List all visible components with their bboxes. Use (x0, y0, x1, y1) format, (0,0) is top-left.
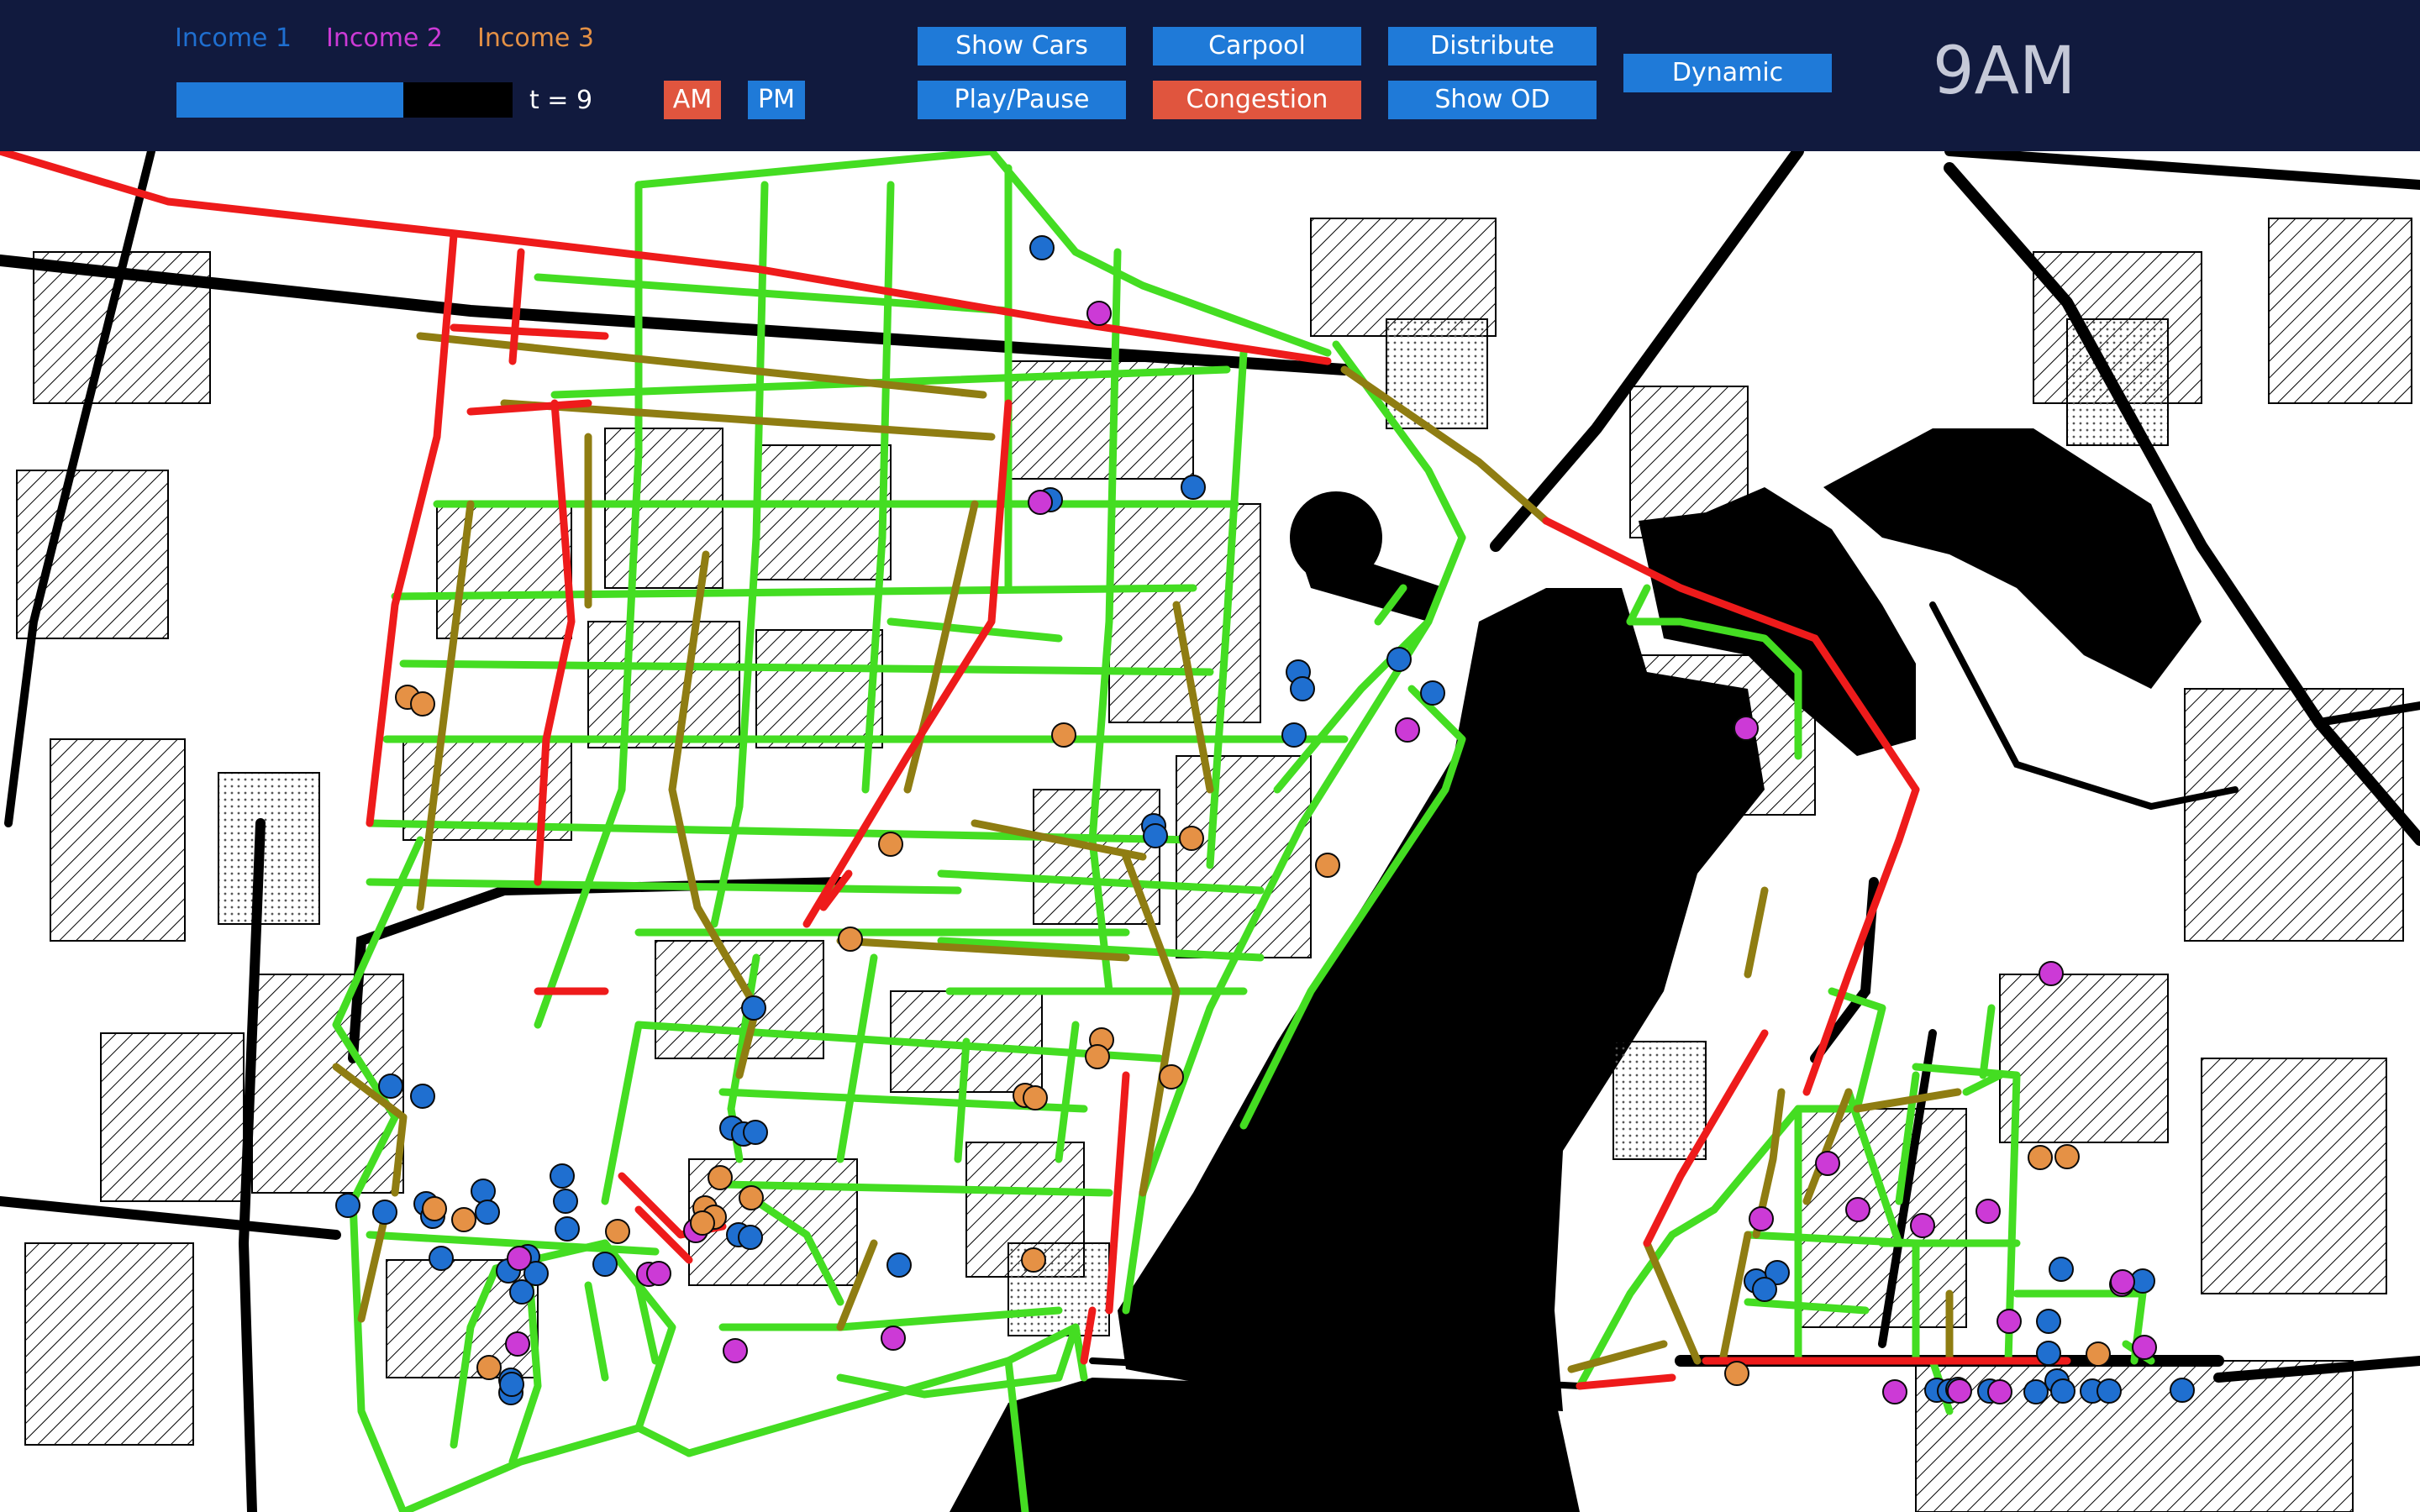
agent-marker-income-3 (2086, 1341, 2111, 1367)
agent-marker-income-2 (1749, 1206, 1774, 1231)
agent-marker-income-1 (1386, 647, 1412, 672)
agent-marker-income-2 (1987, 1379, 2012, 1404)
agent-marker-income-3 (1023, 1085, 1048, 1110)
show-od-button[interactable]: Show OD (1388, 81, 1597, 119)
agent-marker-income-2 (2132, 1335, 2157, 1360)
agent-marker-income-2 (1733, 716, 1759, 741)
agent-marker-income-1 (372, 1200, 397, 1225)
agent-marker-income-1 (1029, 235, 1055, 260)
agent-marker-income-1 (741, 995, 766, 1021)
agent-marker-income-1 (2096, 1378, 2122, 1404)
agent-marker-income-3 (690, 1210, 715, 1236)
agent-marker-income-2 (723, 1338, 748, 1363)
agent-marker-income-3 (1051, 722, 1076, 748)
agent-marker-income-2 (505, 1331, 530, 1357)
agent-marker-income-1 (743, 1120, 768, 1145)
agent-marker-income-3 (1021, 1247, 1046, 1273)
agent-marker-income-2 (2039, 961, 2064, 986)
agent-marker-income-1 (592, 1252, 618, 1277)
agent-marker-income-3 (476, 1355, 502, 1380)
agent-marker-income-2 (1815, 1151, 1840, 1176)
agent-marker-income-2 (1845, 1197, 1870, 1222)
agent-marker-income-3 (1724, 1361, 1749, 1386)
carpool-button[interactable]: Carpool (1153, 27, 1361, 66)
agent-marker-income-2 (507, 1246, 532, 1271)
show-cars-button[interactable]: Show Cars (918, 27, 1126, 66)
agent-marker-income-1 (471, 1179, 496, 1204)
agent-marker-income-1 (509, 1279, 534, 1305)
agent-marker-income-3 (2028, 1145, 2053, 1170)
agent-marker-income-1 (738, 1225, 763, 1250)
agent-marker-income-3 (410, 691, 435, 717)
agent-marker-income-3 (1085, 1044, 1110, 1069)
agent-marker-income-2 (881, 1326, 906, 1351)
time-step-label: t = 9 (529, 86, 593, 115)
agent-marker-income-2 (1395, 717, 1420, 743)
agent-marker-income-1 (1281, 722, 1307, 748)
agent-marker-income-1 (553, 1189, 578, 1214)
agent-marker-income-3 (2054, 1144, 2080, 1169)
clock-display: 9AM (1933, 34, 2076, 109)
distribute-button[interactable]: Distribute (1388, 27, 1597, 66)
agent-marker-income-3 (422, 1196, 447, 1221)
agent-marker-income-1 (499, 1372, 524, 1397)
agent-marker-income-3 (451, 1207, 476, 1232)
agent-marker-income-3 (838, 927, 863, 952)
agent-marker-income-1 (1290, 676, 1315, 701)
agent-marker-income-3 (708, 1165, 733, 1190)
agent-marker-income-2 (2110, 1269, 2135, 1294)
agent-marker-income-2 (1996, 1309, 2022, 1334)
dynamic-button[interactable]: Dynamic (1623, 54, 1832, 92)
legend-income-1: Income 1 (175, 24, 292, 53)
agent-marker-income-3 (1159, 1064, 1184, 1089)
agent-marker-income-1 (429, 1246, 454, 1271)
agent-marker-income-1 (886, 1252, 912, 1278)
agent-marker-income-2 (646, 1261, 671, 1286)
legend-income-2: Income 2 (326, 24, 444, 53)
agent-marker-income-3 (1315, 853, 1340, 878)
agent-marker-income-3 (605, 1219, 630, 1244)
agent-marker-income-1 (475, 1200, 500, 1225)
agent-marker-income-3 (1179, 826, 1204, 851)
control-bar: Income 1 Income 2 Income 3 t = 9 AM PM S… (0, 0, 2420, 151)
agent-marker-income-1 (2170, 1378, 2195, 1403)
agent-marker-income-1 (378, 1074, 403, 1099)
agent-marker-income-1 (555, 1216, 580, 1242)
agent-marker-income-2 (1947, 1378, 1972, 1404)
agent-marker-income-1 (1181, 475, 1206, 500)
agent-marker-income-1 (1143, 823, 1168, 848)
agent-marker-income-2 (1975, 1199, 2001, 1224)
pm-button[interactable]: PM (748, 81, 805, 119)
agent-marker-income-2 (1086, 301, 1112, 326)
agent-marker-income-1 (335, 1193, 360, 1218)
agent-marker-income-2 (1882, 1379, 1907, 1404)
agent-marker-income-3 (878, 832, 903, 857)
congestion-button[interactable]: Congestion (1153, 81, 1361, 119)
time-slider-fill (176, 82, 403, 118)
am-button[interactable]: AM (664, 81, 721, 119)
agent-marker-income-1 (2049, 1257, 2074, 1282)
agent-marker-income-1 (2023, 1379, 2049, 1404)
legend-income-3: Income 3 (477, 24, 595, 53)
agent-marker-income-1 (2050, 1378, 2075, 1404)
play-pause-button[interactable]: Play/Pause (918, 81, 1126, 119)
agent-marker-income-1 (2036, 1341, 2061, 1366)
agent-marker-income-2 (1910, 1213, 1935, 1238)
agent-marker-income-1 (410, 1084, 435, 1109)
agent-marker-income-1 (1752, 1277, 1777, 1302)
agent-marker-income-1 (550, 1163, 575, 1189)
city-map[interactable] (0, 151, 2420, 1512)
agent-marker-income-3 (739, 1185, 764, 1210)
agent-marker-income-2 (1028, 490, 1053, 515)
agent-marker-income-1 (1420, 680, 1445, 706)
time-slider[interactable] (176, 82, 513, 118)
agent-marker-income-1 (2036, 1309, 2061, 1334)
